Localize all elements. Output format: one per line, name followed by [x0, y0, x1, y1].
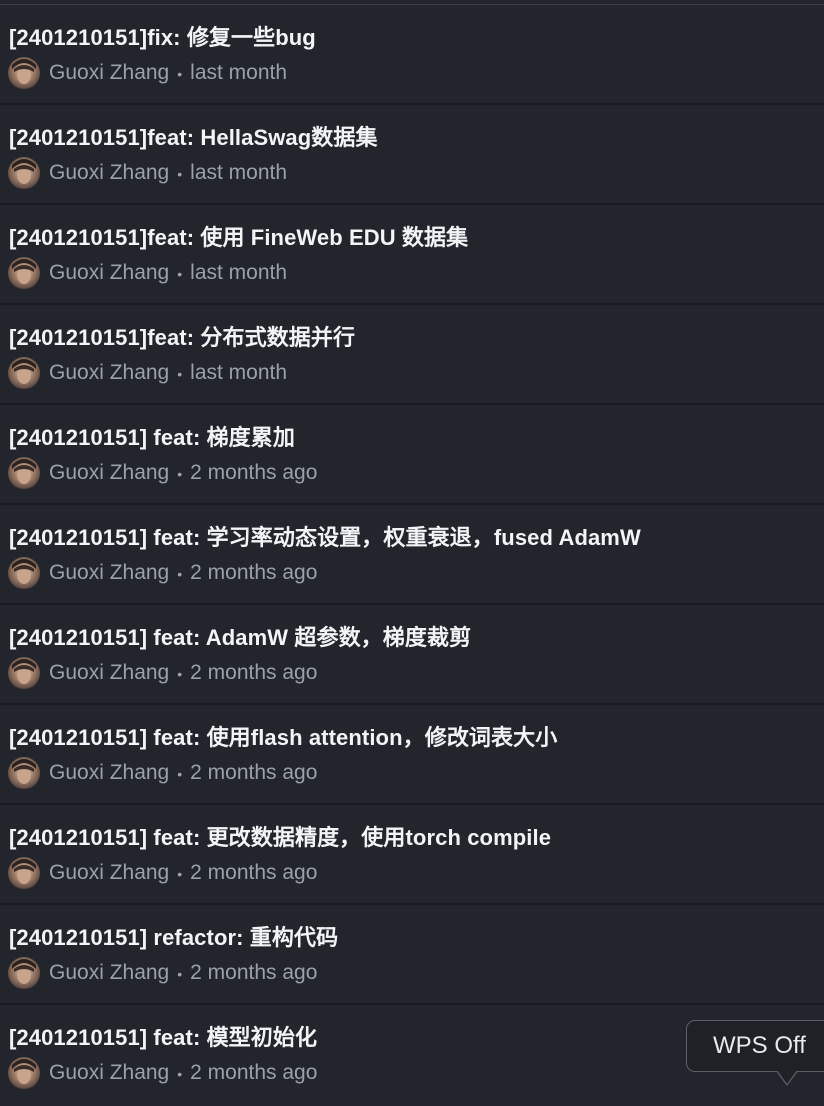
commit-meta: Guoxi Zhang • 2 months ago [8, 856, 317, 890]
author-name[interactable]: Guoxi Zhang [49, 1061, 169, 1085]
commit-meta: Guoxi Zhang • 2 months ago [8, 756, 317, 790]
commit-row[interactable]: [2401210151]feat: 分布式数据并行 Guoxi Zhang • … [0, 305, 824, 405]
commit-meta: Guoxi Zhang • 2 months ago [8, 456, 317, 490]
separator: • [177, 266, 183, 282]
commit-meta: Guoxi Zhang • 2 months ago [8, 556, 317, 590]
author-name[interactable]: Guoxi Zhang [49, 161, 169, 185]
author-name[interactable]: Guoxi Zhang [49, 461, 169, 485]
commit-meta: Guoxi Zhang • last month [8, 356, 287, 390]
commit-time: 2 months ago [190, 1061, 318, 1084]
commit-meta: Guoxi Zhang • last month [8, 56, 287, 90]
commit-meta: Guoxi Zhang • 2 months ago [8, 956, 317, 990]
commit-time: last month [190, 361, 288, 384]
tooltip-text: WPS Off [713, 1032, 806, 1059]
avatar-icon[interactable] [8, 357, 40, 389]
commit-time: 2 months ago [190, 761, 318, 784]
separator: • [177, 66, 183, 82]
commit-meta: Guoxi Zhang • 2 months ago [8, 1056, 317, 1090]
commit-row[interactable]: [2401210151] feat: 使用flash attention，修改词… [0, 705, 824, 805]
commit-title[interactable]: [2401210151]fix: 修复一些bug [9, 20, 316, 52]
avatar-icon[interactable] [8, 757, 40, 789]
avatar-icon[interactable] [8, 957, 40, 989]
commit-time: last month [190, 161, 288, 184]
avatar-icon[interactable] [8, 657, 40, 689]
author-name[interactable]: Guoxi Zhang [49, 661, 169, 685]
commit-title[interactable]: [2401210151] feat: 学习率动态设置，权重衰退，fused Ad… [9, 520, 641, 552]
commit-meta: Guoxi Zhang • last month [8, 256, 287, 290]
commit-list: [2401210151]fix: 修复一些bug Guoxi Zhang • l… [0, 0, 824, 1106]
separator: • [177, 866, 183, 882]
author-name[interactable]: Guoxi Zhang [49, 261, 169, 285]
commit-title[interactable]: [2401210151] feat: 模型初始化 [9, 1020, 317, 1052]
separator: • [177, 666, 183, 682]
commit-time: 2 months ago [190, 461, 318, 484]
commit-row[interactable]: [2401210151] feat: 更改数据精度，使用torch compil… [0, 805, 824, 905]
author-name[interactable]: Guoxi Zhang [49, 861, 169, 885]
commit-row[interactable]: [2401210151]feat: 使用 FineWeb EDU 数据集 Guo… [0, 205, 824, 305]
commit-row[interactable]: [2401210151] refactor: 重构代码 Guoxi Zhang … [0, 905, 824, 1005]
commit-title[interactable]: [2401210151]feat: 分布式数据并行 [9, 320, 355, 352]
avatar-icon[interactable] [8, 457, 40, 489]
commit-title[interactable]: [2401210151] feat: AdamW 超参数，梯度裁剪 [9, 620, 471, 652]
commit-time: 2 months ago [190, 961, 318, 984]
commit-meta: Guoxi Zhang • last month [8, 156, 287, 190]
avatar-icon[interactable] [8, 57, 40, 89]
commit-title[interactable]: [2401210151] feat: 更改数据精度，使用torch compil… [9, 820, 551, 852]
separator: • [177, 1066, 183, 1082]
commit-title[interactable]: [2401210151] feat: 使用flash attention，修改词… [9, 720, 557, 752]
commit-title[interactable]: [2401210151]feat: 使用 FineWeb EDU 数据集 [9, 220, 468, 252]
commit-title[interactable]: [2401210151]feat: HellaSwag数据集 [9, 120, 378, 152]
separator: • [177, 966, 183, 982]
commit-title[interactable]: [2401210151] refactor: 重构代码 [9, 920, 338, 952]
author-name[interactable]: Guoxi Zhang [49, 961, 169, 985]
commit-time: 2 months ago [190, 661, 318, 684]
avatar-icon[interactable] [8, 557, 40, 589]
tooltip-arrow-inner [777, 1070, 797, 1084]
tooltip: WPS Off [686, 1020, 824, 1072]
separator: • [177, 366, 183, 382]
commit-title[interactable]: [2401210151] feat: 梯度累加 [9, 420, 295, 452]
commit-row[interactable]: [2401210151] feat: 学习率动态设置，权重衰退，fused Ad… [0, 505, 824, 605]
commit-time: last month [190, 61, 288, 84]
avatar-icon[interactable] [8, 257, 40, 289]
separator: • [177, 566, 183, 582]
avatar-icon[interactable] [8, 157, 40, 189]
separator: • [177, 466, 183, 482]
avatar-icon[interactable] [8, 857, 40, 889]
separator: • [177, 766, 183, 782]
commit-time: 2 months ago [190, 861, 318, 884]
author-name[interactable]: Guoxi Zhang [49, 61, 169, 85]
author-name[interactable]: Guoxi Zhang [49, 361, 169, 385]
commit-row[interactable]: [2401210151]feat: HellaSwag数据集 Guoxi Zha… [0, 105, 824, 205]
commit-meta: Guoxi Zhang • 2 months ago [8, 656, 317, 690]
author-name[interactable]: Guoxi Zhang [49, 761, 169, 785]
commit-row[interactable]: [2401210151] feat: 梯度累加 Guoxi Zhang • 2 … [0, 405, 824, 505]
avatar-icon[interactable] [8, 1057, 40, 1089]
commit-row[interactable]: [2401210151]fix: 修复一些bug Guoxi Zhang • l… [0, 5, 824, 105]
commit-time: 2 months ago [190, 561, 318, 584]
separator: • [177, 166, 183, 182]
commit-row[interactable]: [2401210151] feat: AdamW 超参数，梯度裁剪 Guoxi … [0, 605, 824, 705]
commit-time: last month [190, 261, 288, 284]
author-name[interactable]: Guoxi Zhang [49, 561, 169, 585]
